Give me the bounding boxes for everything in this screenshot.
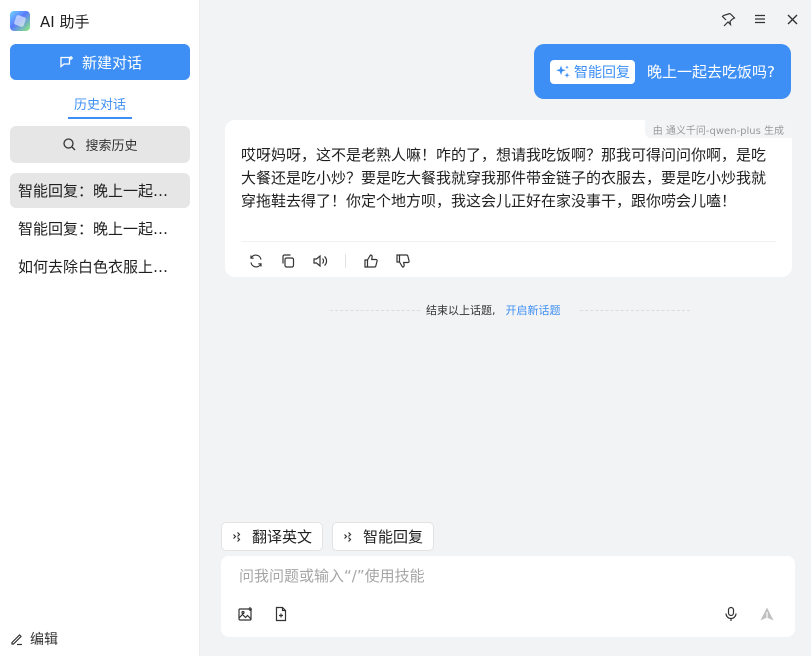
voice-input-button[interactable] bbox=[721, 604, 741, 624]
microphone-icon bbox=[725, 606, 737, 621]
new-topic-link[interactable]: 开启新话题 bbox=[506, 302, 561, 318]
skill-smart-reply-label: 智能回复 bbox=[363, 528, 424, 546]
history-item-label: 智能回复：晚上一起去吃饭吗？ bbox=[18, 220, 182, 238]
app-header: AI 助手 bbox=[10, 10, 89, 32]
history-item[interactable]: 如何去除白色衣服上的污渍 bbox=[10, 249, 190, 284]
model-attribution: 由 通义千问-qwen-plus 生成 bbox=[644, 120, 792, 138]
skill-tag-label: 智能回复 bbox=[574, 64, 631, 81]
divider bbox=[241, 241, 776, 242]
attach-document-button[interactable] bbox=[271, 604, 291, 624]
message-actions bbox=[245, 250, 424, 272]
regenerate-button[interactable] bbox=[245, 250, 267, 272]
image-icon bbox=[237, 606, 252, 621]
search-history-button[interactable]: 搜索历史 bbox=[10, 126, 190, 163]
history-item[interactable]: 智能回复：晚上一起去吃饭吗？ bbox=[10, 211, 190, 246]
copy-button[interactable] bbox=[277, 250, 299, 272]
speaker-icon bbox=[312, 254, 327, 268]
tab-history-indicator bbox=[68, 117, 132, 119]
read-aloud-button[interactable] bbox=[309, 250, 331, 272]
topic-divider-line-left bbox=[330, 310, 420, 311]
message-input[interactable] bbox=[239, 564, 769, 588]
copy-icon bbox=[282, 254, 295, 268]
thumbs-up-icon bbox=[364, 254, 378, 268]
topic-end-text: 结束以上话题, bbox=[426, 304, 496, 317]
topic-divider-line-right bbox=[580, 310, 690, 311]
skill-smart-reply-button[interactable]: 智能回复 bbox=[332, 522, 435, 551]
history-item-label: 智能回复：晚上一起去吃饭吗？ bbox=[18, 182, 182, 200]
close-button[interactable] bbox=[783, 10, 801, 28]
app-logo-icon bbox=[10, 11, 30, 31]
skill-translate-button[interactable]: 翻译英文 bbox=[221, 522, 324, 551]
close-icon bbox=[787, 14, 797, 24]
send-button[interactable] bbox=[757, 604, 777, 624]
insert-image-button[interactable] bbox=[235, 604, 255, 624]
pin-button[interactable] bbox=[719, 10, 737, 28]
edit-icon bbox=[10, 632, 24, 646]
dislike-button[interactable] bbox=[392, 250, 414, 272]
sidebar: AI 助手 新建对话 历史对话 搜索历史 智能回复：晚上一起去吃饭吗？ 智能回复… bbox=[0, 0, 200, 656]
skill-translate-label: 翻译英文 bbox=[252, 528, 313, 546]
new-chat-label: 新建对话 bbox=[81, 53, 142, 72]
new-chat-button[interactable]: 新建对话 bbox=[10, 44, 190, 80]
new-chat-icon bbox=[58, 54, 74, 70]
menu-button[interactable] bbox=[751, 10, 769, 28]
composer bbox=[221, 556, 795, 637]
actions-separator bbox=[345, 254, 346, 268]
history-list: 智能回复：晚上一起去吃饭吗？ 智能回复：晚上一起去吃饭吗？ 如何去除白色衣服上的… bbox=[10, 173, 190, 287]
sparkle-icon bbox=[555, 64, 571, 80]
like-button[interactable] bbox=[360, 250, 382, 272]
user-message-text: 晚上一起去吃饭吗? bbox=[647, 63, 775, 81]
app-title: AI 助手 bbox=[40, 12, 90, 31]
menu-icon bbox=[755, 14, 765, 24]
document-icon bbox=[275, 606, 287, 622]
skill-tag: 智能回复 bbox=[550, 59, 636, 84]
edit-label: 编辑 bbox=[30, 632, 58, 648]
send-icon bbox=[760, 607, 774, 621]
assistant-message-text: 哎呀妈呀，这不是老熟人嘛！咋的了，想请我吃饭啊？那我可得问问你啊，是吃大餐还是吃… bbox=[241, 146, 767, 210]
search-history-label: 搜索历史 bbox=[85, 139, 138, 154]
history-item-label: 如何去除白色衣服上的污渍 bbox=[18, 258, 182, 276]
regenerate-icon bbox=[250, 254, 262, 268]
tab-history[interactable]: 历史对话 bbox=[0, 94, 200, 113]
search-icon bbox=[62, 137, 77, 152]
user-message: 智能回复 晚上一起去吃饭吗? bbox=[534, 44, 791, 99]
skill-icon bbox=[343, 531, 355, 543]
skill-icon bbox=[232, 531, 244, 543]
skill-shortcuts: 翻译英文 智能回复 bbox=[221, 522, 435, 551]
pin-icon bbox=[721, 12, 736, 26]
topic-divider: 结束以上话题, 开启新话题 bbox=[420, 302, 567, 318]
thumbs-down-icon bbox=[396, 254, 410, 268]
edit-button[interactable]: 编辑 bbox=[10, 628, 58, 650]
history-item[interactable]: 智能回复：晚上一起去吃饭吗？ bbox=[10, 173, 190, 208]
assistant-message: 由 通义千问-qwen-plus 生成 哎呀妈呀，这不是老熟人嘛！咋的了，想请我… bbox=[225, 120, 792, 277]
window-controls bbox=[719, 10, 801, 28]
